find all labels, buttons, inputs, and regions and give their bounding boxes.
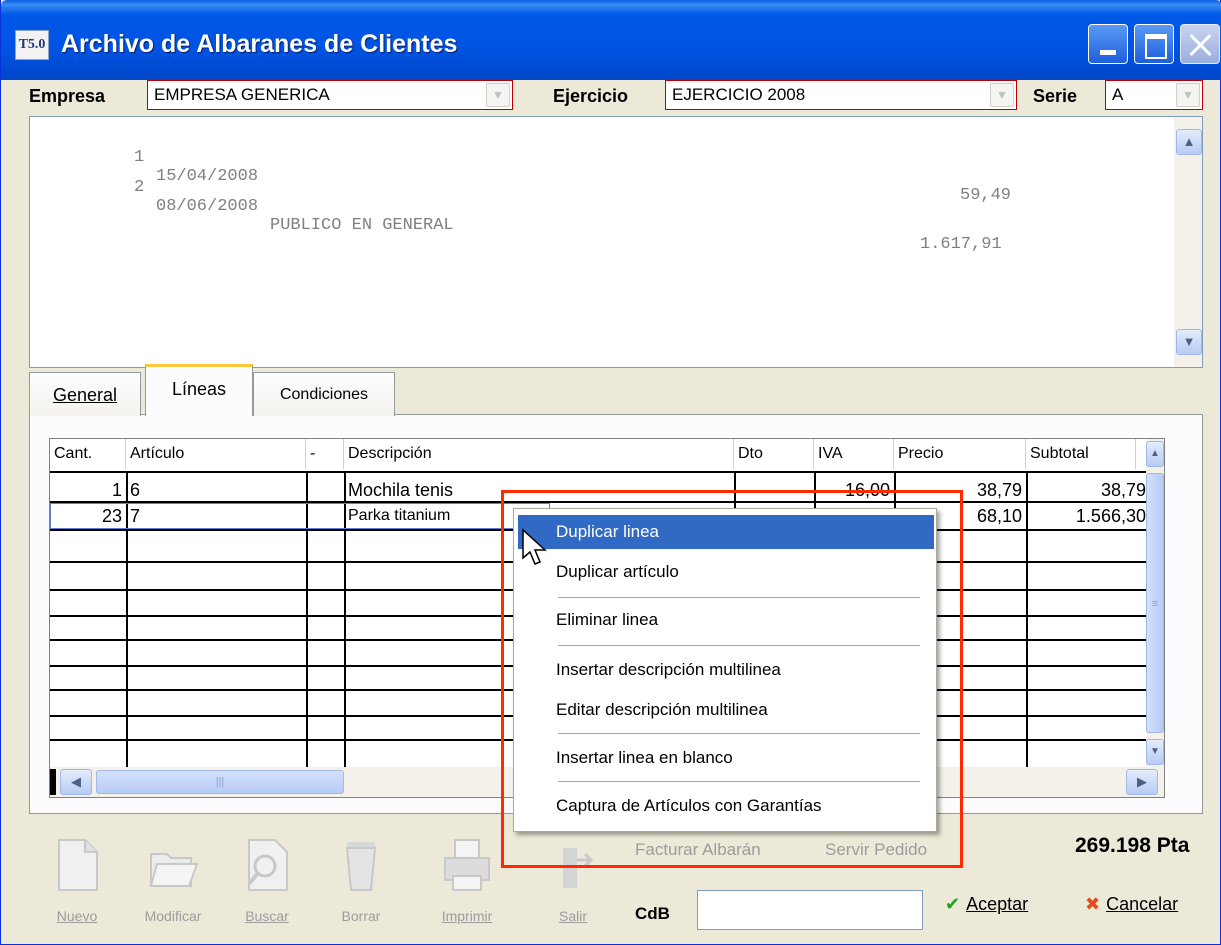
records-scrollbar[interactable]: ▲ ▼ [1174, 117, 1202, 367]
salir-button[interactable]: Salir [533, 832, 613, 932]
maximize-button[interactable] [1134, 24, 1174, 64]
imprimir-button[interactable]: Imprimir [427, 832, 507, 932]
serie-value: A [1112, 85, 1124, 104]
scroll-left-icon[interactable]: ◀ [60, 769, 92, 795]
window-title: Archivo de Albaranes de Clientes [61, 30, 458, 58]
col-header[interactable]: - [306, 439, 344, 469]
scroll-up-icon[interactable]: ▲ [1146, 441, 1164, 467]
scroll-thumb[interactable]: ||| [96, 770, 344, 794]
col-header[interactable]: Artículo [126, 439, 306, 469]
menu-item-insertar-descripcion[interactable]: Insertar descripción multilinea [518, 653, 934, 687]
grid-cell-cant[interactable]: 23 [50, 503, 122, 529]
list-item[interactable]: 1 15/04/2008 59,49 [30, 129, 1011, 205]
grid-cell-articulo[interactable]: 7 [130, 503, 300, 529]
chevron-down-icon[interactable]: ▼ [990, 83, 1014, 107]
cdb-label: CdB [635, 904, 670, 923]
context-menu: Duplicar linea Duplicar artículo Elimina… [513, 508, 937, 832]
total-amount: 269.198 Pta [1075, 834, 1190, 857]
scroll-right-icon[interactable]: ▶ [1126, 769, 1158, 795]
tab-lineas[interactable]: Líneas [145, 364, 253, 416]
grid-vscroll[interactable]: ▲ ≡ ▼ [1146, 439, 1164, 767]
grid-cell-iva[interactable]: 16,00 [818, 477, 890, 503]
aceptar-button[interactable]: ✔ Aceptar [945, 894, 1028, 915]
search-icon [247, 839, 288, 891]
main-window: T5.0 Archivo de Albaranes de Clientes Em… [0, 0, 1221, 945]
ejercicio-value: EJERCICIO 2008 [672, 85, 806, 104]
title-bar[interactable]: T5.0 Archivo de Albaranes de Clientes [1, 0, 1221, 80]
col-header[interactable]: IVA [814, 439, 894, 469]
serie-combo[interactable]: A ▼ [1105, 80, 1203, 110]
grid-cell-precio[interactable]: 38,79 [898, 477, 1022, 503]
close-button[interactable] [1180, 24, 1220, 64]
menu-item-duplicar-linea[interactable]: Duplicar linea [518, 515, 934, 549]
tab-general[interactable]: General [29, 372, 141, 416]
close-icon: ✖ [1085, 894, 1101, 914]
col-header[interactable]: Dto [734, 439, 814, 469]
scroll-down-icon[interactable]: ▼ [1176, 329, 1202, 355]
menu-item-captura-garantias[interactable]: Captura de Artículos con Garantías [518, 789, 934, 823]
check-icon: ✔ [945, 894, 961, 914]
empresa-combo[interactable]: EMPRESA GENERICA ▼ [147, 80, 513, 110]
records-list[interactable]: 1 15/04/2008 59,49 2 08/06/2008 PUBLICO … [29, 116, 1203, 368]
col-header[interactable]: Descripción [344, 439, 734, 469]
cancelar-button[interactable]: ✖ Cancelar [1085, 894, 1178, 915]
grid-cell-subtotal[interactable]: 38,79 [1030, 477, 1146, 503]
buscar-button[interactable]: Buscar [227, 832, 307, 932]
empresa-label: Empresa [29, 86, 106, 106]
grid-cell-articulo[interactable]: 6 [130, 477, 300, 503]
chevron-down-icon[interactable]: ▼ [486, 83, 510, 107]
exit-door-icon [563, 848, 594, 888]
menu-item-eliminar-linea[interactable]: Eliminar linea [518, 603, 934, 637]
mouse-cursor-icon [522, 528, 547, 565]
open-folder-icon [149, 853, 199, 887]
menu-item-editar-descripcion[interactable]: Editar descripción multilinea [518, 693, 934, 727]
borrar-button[interactable]: Borrar [321, 832, 401, 932]
list-item[interactable]: 2 08/06/2008 PUBLICO EN GENERAL 1.617,91 [30, 159, 1002, 254]
new-document-icon [58, 839, 98, 891]
col-header[interactable]: Precio [894, 439, 1026, 469]
minimize-button[interactable] [1088, 24, 1128, 64]
empresa-value: EMPRESA GENERICA [154, 85, 330, 104]
ejercicio-label: Ejercicio [553, 86, 629, 106]
menu-item-duplicar-articulo[interactable]: Duplicar artículo [518, 555, 934, 589]
app-icon: T5.0 [15, 30, 49, 60]
scroll-thumb[interactable]: ≡ [1146, 473, 1164, 733]
nuevo-button[interactable]: Nuevo [37, 832, 117, 932]
printer-icon [444, 839, 490, 891]
scroll-up-icon[interactable]: ▲ [1176, 129, 1202, 155]
facturar-albaran-link[interactable]: Facturar Albarán [635, 840, 761, 860]
servir-pedido-link[interactable]: Servir Pedido [825, 840, 927, 860]
modificar-button[interactable]: Modificar [133, 832, 213, 932]
grid-cell-subtotal[interactable]: 1.566,30 [1030, 503, 1146, 529]
cdb-input[interactable] [697, 890, 923, 930]
col-header[interactable]: Subtotal [1026, 439, 1136, 469]
chevron-down-icon[interactable]: ▼ [1176, 83, 1200, 107]
tab-condiciones[interactable]: Condiciones [253, 372, 395, 416]
grid-cell-descripcion[interactable]: Mochila tenis [348, 477, 728, 503]
scroll-down-icon[interactable]: ▼ [1146, 739, 1164, 765]
menu-item-insertar-linea-blanco[interactable]: Insertar linea en blanco [518, 741, 934, 775]
trash-icon [345, 842, 377, 891]
serie-label: Serie [1033, 86, 1078, 106]
grid-cell-cant[interactable]: 1 [50, 477, 122, 503]
col-header[interactable]: Cant. [50, 439, 126, 469]
ejercicio-combo[interactable]: EJERCICIO 2008 ▼ [665, 80, 1017, 110]
